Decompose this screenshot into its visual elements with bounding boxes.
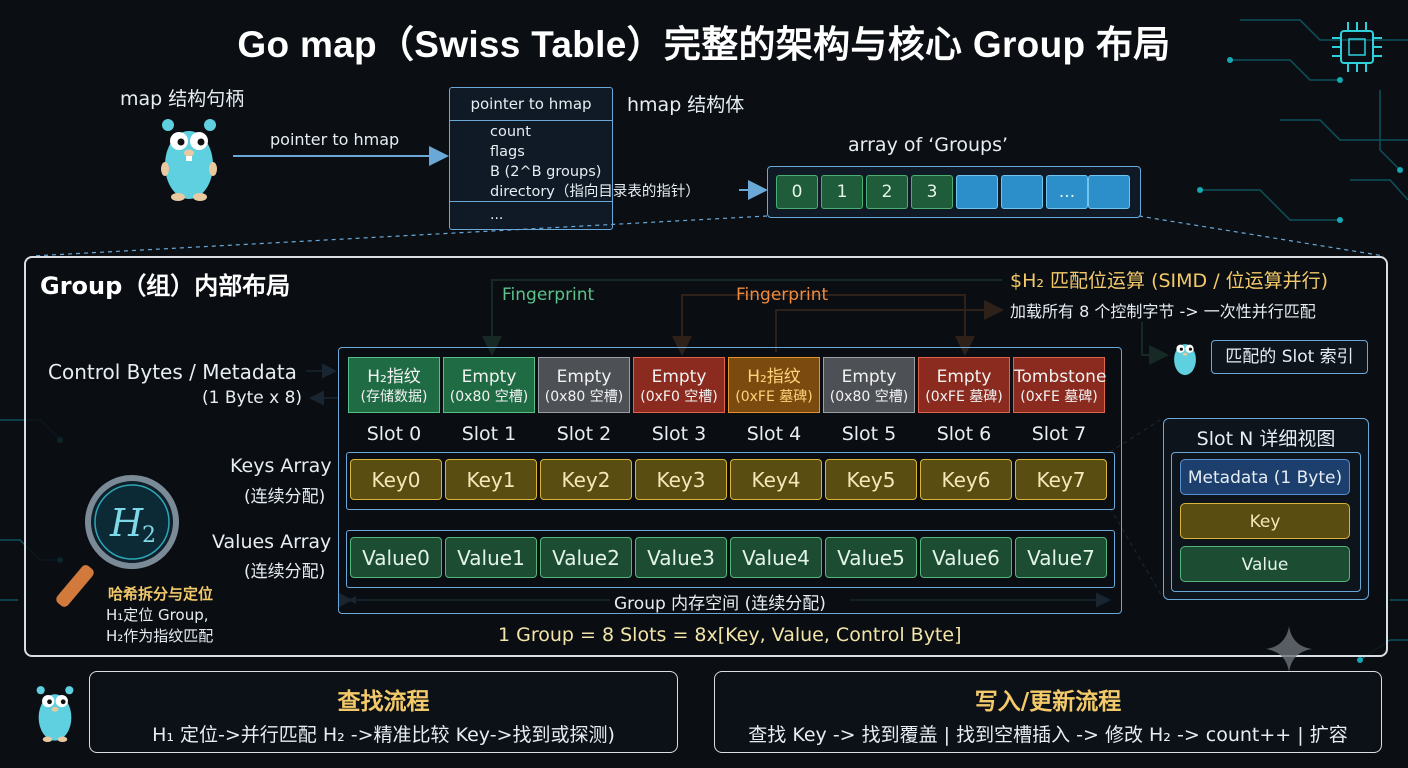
control-byte-value: (0xFE 墓碑) <box>1020 389 1098 405</box>
value-cell: Value4 <box>730 537 822 578</box>
value-cell: Value3 <box>635 537 727 578</box>
control-byte-value: (存储数据) <box>360 389 428 405</box>
svg-text:H: H <box>109 501 144 545</box>
control-byte-state: Empty <box>651 367 707 387</box>
slot-label: Slot 2 <box>556 423 612 445</box>
write-flow-description: 查找 Key -> 找到覆盖 | 找到空槽插入 -> 修改 H₂ -> coun… <box>748 724 1348 746</box>
write-flow-card: 写入/更新流程 查找 Key -> 找到覆盖 | 找到空槽插入 -> 修改 H₂… <box>714 671 1382 753</box>
control-byte-state: Tombstone <box>1014 367 1107 387</box>
group-panel-title: Group（组）内部布局 <box>40 272 291 300</box>
slot-label: Slot 4 <box>746 423 802 445</box>
slot-detail-value: Value <box>1180 546 1350 582</box>
hash-split-line1: H₁定位 Group, <box>106 606 209 624</box>
control-byte: Empty (0x80 空槽) <box>823 357 915 413</box>
key-cell: Key6 <box>920 459 1012 500</box>
value-cell: Value2 <box>540 537 632 578</box>
control-byte-value: (0x80 空槽) <box>544 389 624 405</box>
control-byte-value: (0x80 空槽) <box>829 389 909 405</box>
control-byte-state: Empty <box>461 367 517 387</box>
control-bytes-sublabel: (1 Byte x 8) <box>202 388 303 408</box>
control-byte-value: (0x80 空槽) <box>449 389 529 405</box>
values-array-label: Values Array <box>212 531 332 553</box>
slot-detail-key: Key <box>1180 503 1350 539</box>
control-byte: Empty (0xF0 空槽) <box>633 357 725 413</box>
key-cell: Key2 <box>540 459 632 500</box>
value-cell: Value7 <box>1015 537 1107 578</box>
slot-detail-metadata: Metadata (1 Byte) <box>1180 459 1350 495</box>
control-byte-value: (0xFE 墓碑) <box>735 389 813 405</box>
control-byte: Empty (0x80 空槽) <box>538 357 630 413</box>
gopher-icon <box>1174 344 1196 376</box>
control-byte: H₂指纹 (存储数据) <box>348 357 440 413</box>
control-byte-state: Empty <box>841 367 897 387</box>
slot-detail-title: Slot N 详细视图 <box>1196 428 1336 450</box>
control-byte-value: (0xF0 空槽) <box>640 389 718 405</box>
control-byte-state: H₂指纹 <box>367 367 421 387</box>
key-cell: Key7 <box>1015 459 1107 500</box>
slot-label: Slot 5 <box>841 423 897 445</box>
memory-span-label: Group 内存空间 (连续分配) <box>614 594 826 614</box>
control-byte: H₂指纹 (0xFE 墓碑) <box>728 357 820 413</box>
keys-array-sublabel: (连续分配) <box>244 487 326 507</box>
simd-title: $H₂ 匹配位运算 (SIMD / 位运算并行) <box>1010 270 1329 292</box>
slot-label: Slot 6 <box>936 423 992 445</box>
write-flow-title: 写入/更新流程 <box>974 689 1122 715</box>
keys-array-label: Keys Array <box>230 455 332 477</box>
value-cell: Value0 <box>350 537 442 578</box>
control-byte: Empty (0x80 空槽) <box>443 357 535 413</box>
control-byte: Tombstone (0xFE 墓碑) <box>1013 357 1107 413</box>
control-byte: Empty (0xFE 墓碑) <box>918 357 1010 413</box>
slot-label: Slot 1 <box>461 423 517 445</box>
hash-split-title: 哈希拆分与定位 <box>108 585 214 603</box>
key-cell: Key0 <box>350 459 442 500</box>
slot-label: Slot 7 <box>1031 423 1087 445</box>
control-byte-value: (0xFE 墓碑) <box>925 389 1003 405</box>
values-array-sublabel: (连续分配) <box>244 562 326 582</box>
simd-description: 加载所有 8 个控制字节 -> 一次性并行匹配 <box>1010 302 1316 321</box>
matched-slot-index: 匹配的 Slot 索引 <box>1211 340 1368 374</box>
gopher-icon <box>36 686 74 742</box>
group-summary: 1 Group = 8 Slots = 8x[Key, Value, Contr… <box>498 624 962 646</box>
sparkle-icon <box>1266 626 1312 672</box>
control-byte-state: H₂指纹 <box>747 367 801 387</box>
lookup-flow-card: 查找流程 H₁ 定位->并行匹配 H₂ ->精准比较 Key->找到或探测) <box>89 671 678 753</box>
slot-label: Slot 0 <box>366 423 422 445</box>
value-cell: Value5 <box>825 537 917 578</box>
fingerprint-label-green: Fingerprint <box>502 285 595 305</box>
lookup-flow-title: 查找流程 <box>337 689 430 715</box>
key-cell: Key4 <box>730 459 822 500</box>
lookup-flow-description: H₁ 定位->并行匹配 H₂ ->精准比较 Key->找到或探测) <box>152 724 615 746</box>
value-cell: Value1 <box>445 537 537 578</box>
hash-split-line2: H₂作为指纹匹配 <box>106 627 214 645</box>
control-bytes-label: Control Bytes / Metadata <box>48 360 297 384</box>
fingerprint-label-orange: Fingerprint <box>736 285 829 305</box>
key-cell: Key5 <box>825 459 917 500</box>
control-byte-state: Empty <box>556 367 612 387</box>
slot-label: Slot 3 <box>651 423 707 445</box>
key-cell: Key1 <box>445 459 537 500</box>
svg-text:2: 2 <box>142 523 156 548</box>
value-cell: Value6 <box>920 537 1012 578</box>
control-byte-state: Empty <box>936 367 992 387</box>
key-cell: Key3 <box>635 459 727 500</box>
